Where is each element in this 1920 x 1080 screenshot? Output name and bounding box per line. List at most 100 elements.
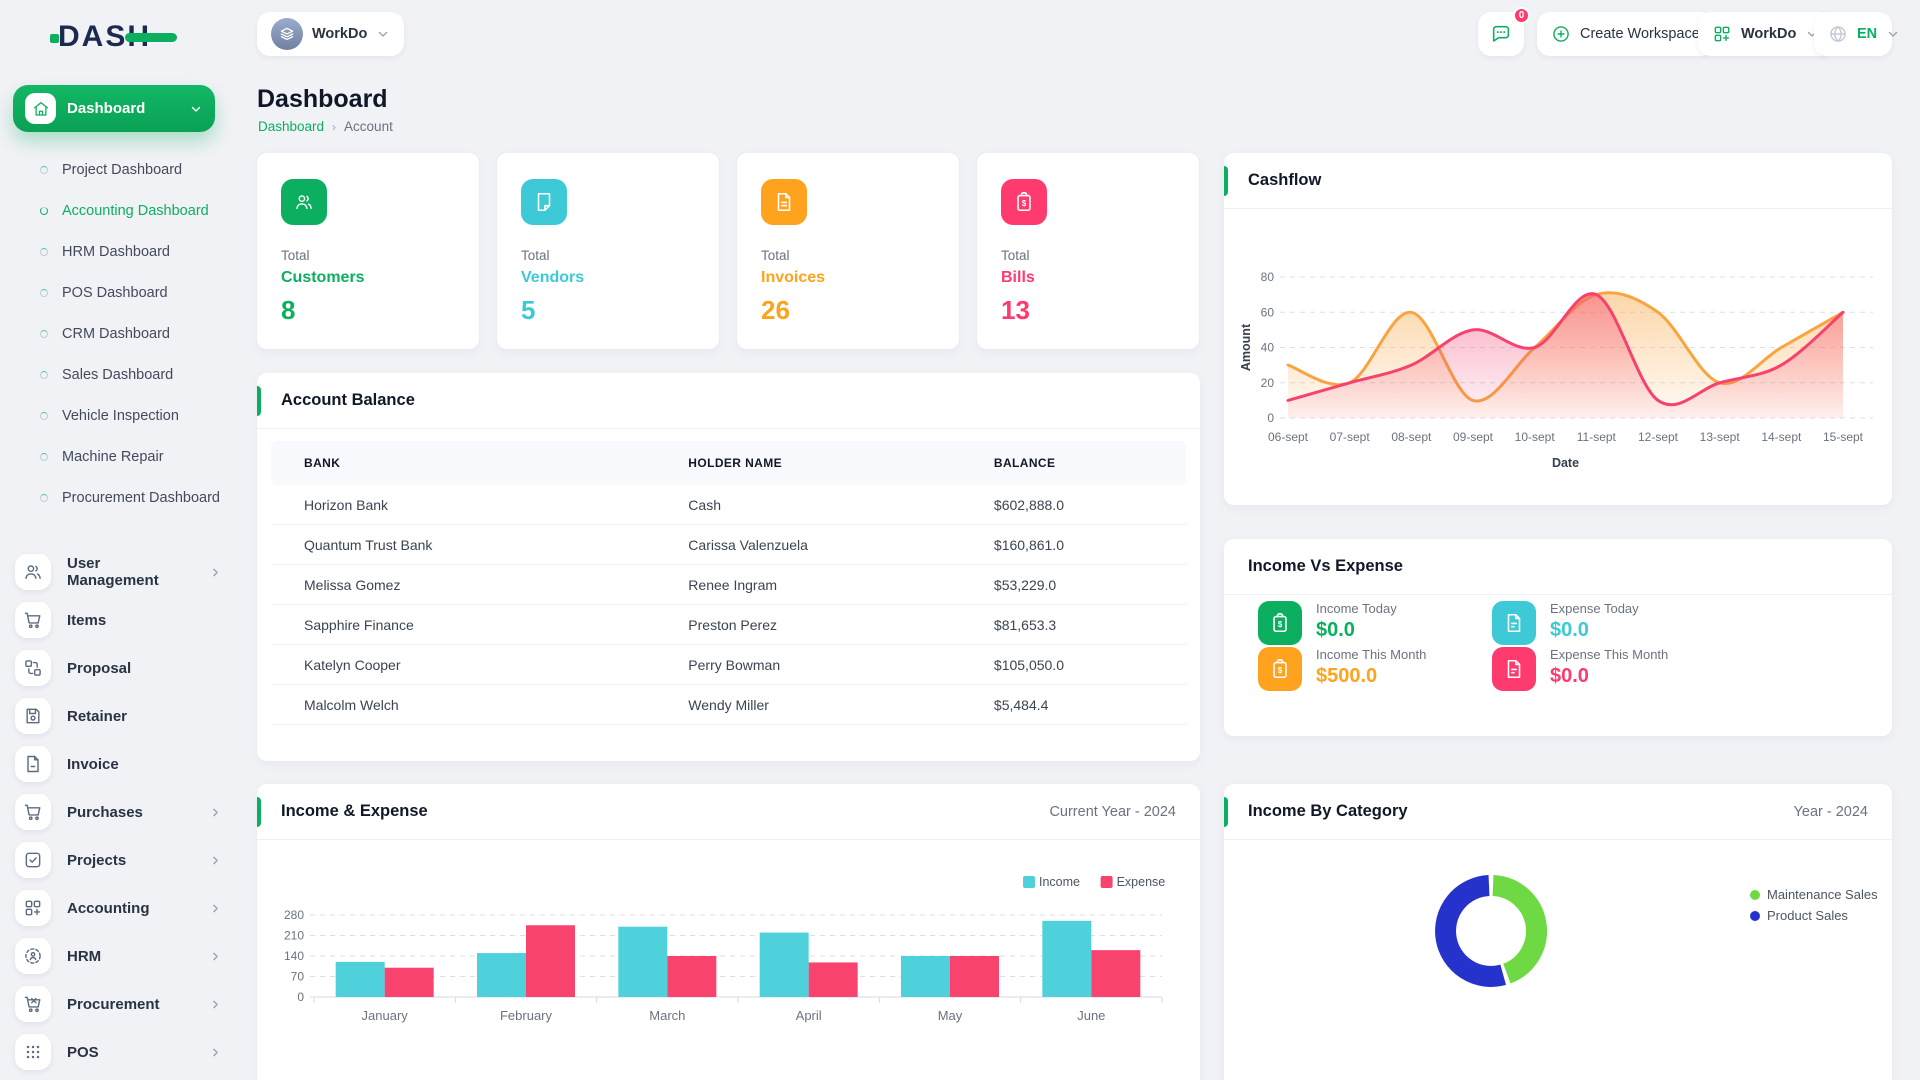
logo-dash-icon [125, 33, 177, 42]
sidebar-subitem[interactable]: HRM Dashboard [0, 232, 236, 273]
sidebar-subitem-label: Accounting Dashboard [62, 202, 209, 221]
table-cell: Carissa Valenzuela [655, 537, 961, 553]
income-vs-expense-grid: $Income Today$0.0Expense Today$0.0$Incom… [1224, 595, 1892, 736]
chevron-right-icon [209, 806, 222, 819]
sidebar-subitem[interactable]: Sales Dashboard [0, 355, 236, 396]
table-cell: Melissa Gomez [271, 577, 655, 593]
ive-stat-label: Expense Today [1550, 601, 1639, 616]
ive-stat-label: Income This Month [1316, 647, 1426, 662]
chevron-right-icon [209, 950, 222, 963]
stat-total-label: Total [521, 248, 695, 263]
ive-stat-value: $500.0 [1316, 665, 1426, 688]
stat-total-label: Total [281, 248, 455, 263]
income-by-category-card: Income By Category Year - 2024 Maintenan… [1224, 784, 1892, 1080]
check-square-icon [15, 842, 51, 878]
sidebar-item-label: HRM [67, 948, 193, 965]
sidebar-item-dashboard[interactable]: Dashboard [13, 85, 215, 132]
income-by-category-chart: Maintenance SalesProduct Sales [1224, 840, 1892, 1080]
sidebar-subitem[interactable]: Project Dashboard [0, 150, 236, 191]
breadcrumb-current: Account [344, 119, 393, 134]
workspace-avatar [271, 18, 303, 50]
sidebar-subitem-label: Project Dashboard [62, 161, 182, 180]
sidebar-subitem-label: CRM Dashboard [62, 325, 170, 344]
svg-text:20: 20 [1261, 376, 1275, 390]
sidebar-item-accounting[interactable]: Accounting [0, 884, 236, 932]
svg-text:Date: Date [1552, 456, 1579, 470]
bullet-icon [40, 248, 48, 256]
bullet-icon [40, 494, 48, 502]
chevron-right-icon [209, 902, 222, 915]
sidebar-item-invoice[interactable]: Invoice [0, 740, 236, 788]
income-expense-card: Income & Expense Current Year - 2024 070… [257, 784, 1200, 1080]
sidebar-subitem[interactable]: Machine Repair [0, 437, 236, 478]
sidebar-item-projects[interactable]: Projects [0, 836, 236, 884]
ive-stat-value: $0.0 [1550, 665, 1668, 688]
messages-button[interactable]: 0 [1478, 12, 1524, 56]
chevron-right-icon [209, 854, 222, 867]
sidebar-item-proposal[interactable]: Proposal [0, 644, 236, 692]
svg-text:0: 0 [1267, 411, 1274, 425]
account-balance-table: BANKHOLDER NAMEBALANCE Horizon BankCash$… [271, 441, 1186, 725]
svg-text:10-sept: 10-sept [1515, 430, 1556, 444]
sidebar-subitem[interactable]: Procurement Dashboard [0, 478, 236, 519]
stat-total-label: Total [761, 248, 935, 263]
svg-text:210: 210 [284, 929, 304, 943]
sidebar-item-hrm[interactable]: HRM [0, 932, 236, 980]
create-workspace-button[interactable]: Create Workspace [1537, 12, 1714, 56]
svg-text:$: $ [1278, 666, 1283, 675]
svg-text:60: 60 [1261, 305, 1275, 319]
table-cell: Wendy Miller [655, 697, 961, 713]
svg-text:15-sept: 15-sept [1823, 430, 1864, 444]
breadcrumb-link[interactable]: Dashboard [258, 119, 324, 134]
stat-card-customers: TotalCustomers8 [257, 153, 479, 349]
sidebar-menu: User ManagementItemsProposalRetainerInvo… [0, 548, 236, 1076]
income-expense-stat: Expense This Month$0.0 [1492, 647, 1668, 691]
stat-value: 26 [761, 295, 935, 326]
cart-return-icon [15, 986, 51, 1022]
table-column-header: BANK [271, 456, 655, 470]
sidebar-item-retainer[interactable]: Retainer [0, 692, 236, 740]
clipboard-dollar-icon: $ [1258, 647, 1302, 691]
sidebar-item-procurement[interactable]: Procurement [0, 980, 236, 1028]
chevron-right-icon [209, 998, 222, 1011]
sidebar-subitem[interactable]: Vehicle Inspection [0, 396, 236, 437]
cashflow-card: Cashflow 02040608006-sept07-sept08-sept0… [1224, 153, 1892, 505]
svg-text:70: 70 [291, 970, 305, 984]
stat-card-bills: $TotalBills13 [977, 153, 1199, 349]
table-cell: Malcolm Welch [271, 697, 655, 713]
svg-text:January: January [362, 1008, 409, 1023]
svg-text:Amount: Amount [1239, 323, 1253, 371]
sidebar-subitem[interactable]: CRM Dashboard [0, 314, 236, 355]
table-row: Sapphire FinancePreston Perez$81,653.3 [271, 605, 1186, 645]
income-expense-title: Income & Expense [281, 802, 1049, 821]
income-by-category-title: Income By Category [1248, 802, 1794, 821]
sidebar-subitem[interactable]: Accounting Dashboard [0, 191, 236, 232]
users-icon [281, 179, 327, 225]
income-by-category-period: Year - 2024 [1794, 804, 1868, 820]
svg-text:0: 0 [297, 990, 304, 1004]
sidebar-item-items[interactable]: Items [0, 596, 236, 644]
sidebar-subitem-label: Machine Repair [62, 448, 164, 467]
account-balance-title: Account Balance [281, 391, 1176, 410]
table-cell: $105,050.0 [961, 657, 1186, 673]
workspace-switcher[interactable]: WorkDo [257, 12, 404, 56]
svg-text:February: February [500, 1008, 553, 1023]
logo-dot-icon [50, 34, 59, 43]
svg-text:11-sept: 11-sept [1577, 430, 1617, 444]
ive-stat-value: $0.0 [1550, 619, 1639, 642]
language-selector[interactable]: EN [1814, 12, 1892, 56]
globe-icon [1828, 24, 1848, 44]
sidebar-item-purchases[interactable]: Purchases [0, 788, 236, 836]
svg-text:Income: Income [1039, 875, 1080, 889]
sidebar-item-pos[interactable]: POS [0, 1028, 236, 1076]
cashflow-chart: 02040608006-sept07-sept08-sept09-sept10-… [1224, 209, 1892, 505]
receipt-icon [1492, 601, 1536, 645]
sidebar-subitem[interactable]: POS Dashboard [0, 273, 236, 314]
stat-value: 13 [1001, 295, 1175, 326]
workspace-name: WorkDo [312, 26, 367, 42]
sidebar-item-user-management[interactable]: User Management [0, 548, 236, 596]
sidebar-item-label: POS [67, 1044, 193, 1061]
bullet-icon [40, 289, 48, 297]
svg-text:May: May [938, 1008, 963, 1023]
clipboard-dollar-icon: $ [1258, 601, 1302, 645]
